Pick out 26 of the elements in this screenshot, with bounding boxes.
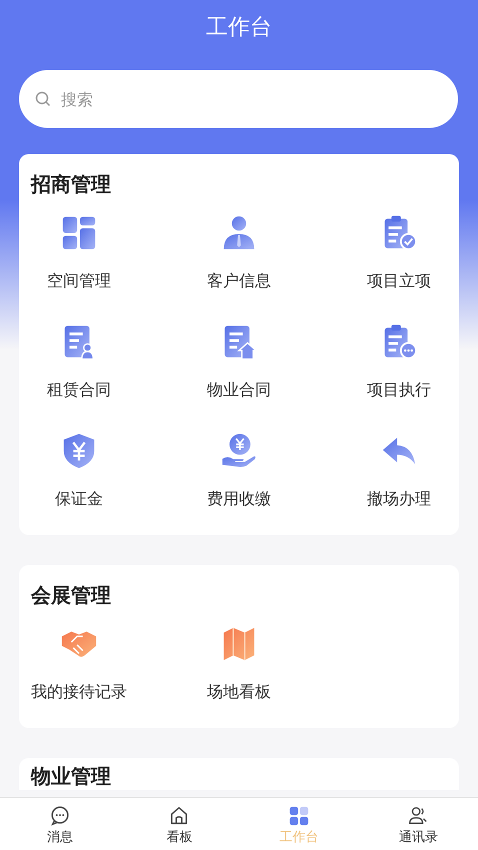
menu-item-label[interactable]: 项目执行	[367, 380, 431, 400]
menu-item-label[interactable]: 撤场办理	[367, 489, 431, 509]
section-title: 招商管理	[31, 171, 112, 198]
menu-item-label[interactable]: 客户信息	[207, 271, 271, 291]
hand-coin-icon[interactable]	[220, 432, 258, 470]
grid-icon	[288, 805, 310, 827]
tab[interactable]: 消息	[0, 798, 120, 850]
chat-icon	[48, 805, 71, 827]
menu-item-label[interactable]: 费用收缴	[207, 489, 271, 509]
search-icon	[35, 91, 51, 107]
grid-icon[interactable]	[60, 214, 98, 252]
menu-item-label[interactable]: 保证金	[55, 489, 103, 509]
menu-item-label[interactable]: 空间管理	[47, 271, 111, 291]
menu-item-label[interactable]: 我的接待记录	[31, 682, 127, 702]
menu-item-label[interactable]: 项目立项	[367, 271, 431, 291]
menu-item-label[interactable]: 租赁合同	[47, 380, 111, 400]
section-title: 会展管理	[31, 582, 112, 609]
tab[interactable]: 通讯录	[358, 798, 478, 850]
tab[interactable]: 看板	[120, 798, 239, 850]
menu-item-label[interactable]: 场地看板	[207, 682, 271, 702]
contacts-icon	[407, 805, 430, 827]
search-bar[interactable]: 搜索	[19, 70, 458, 128]
search-field[interactable]: 搜索	[59, 88, 442, 110]
page-title: 工作台	[206, 14, 272, 42]
section-title: 物业管理	[31, 763, 112, 790]
menu-item-label[interactable]: 物业合同	[207, 380, 271, 400]
